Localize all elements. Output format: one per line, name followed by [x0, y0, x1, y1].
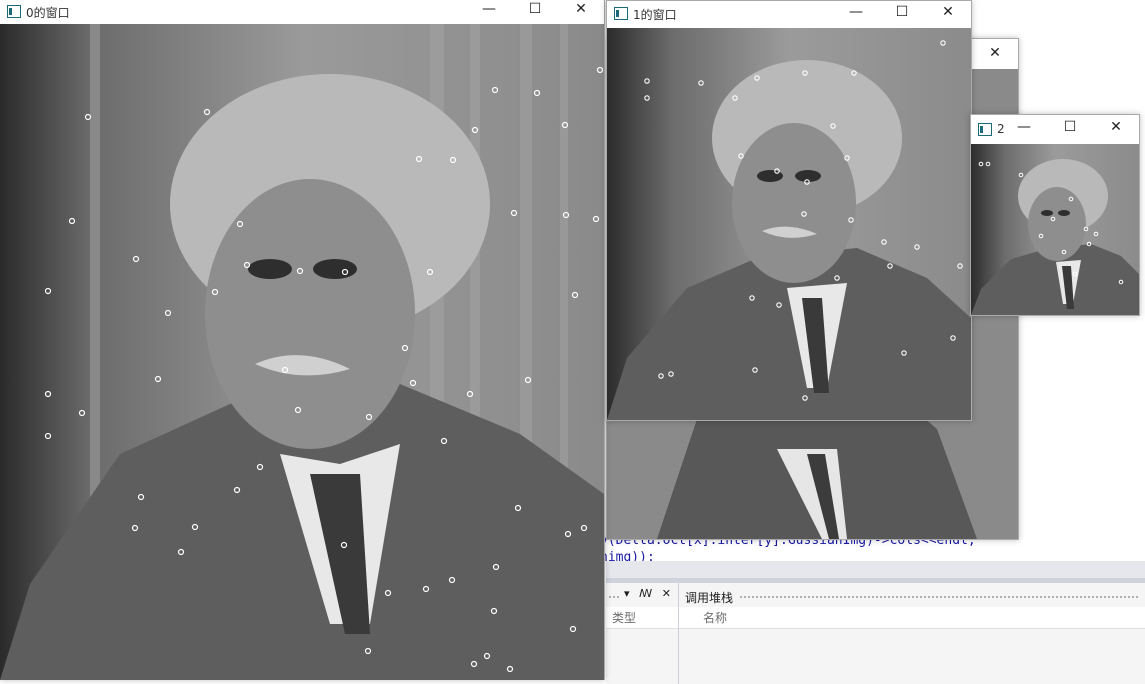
- window-title: 0的窗口: [26, 6, 70, 20]
- title-bar[interactable]: 0的窗口 — ☐ ✕: [0, 0, 604, 24]
- title-bar[interactable]: 1的窗口 — ☐ ✕: [607, 1, 971, 28]
- call-stack-title[interactable]: 调用堆栈: [685, 589, 733, 606]
- image-window-0[interactable]: 0的窗口 — ☐ ✕: [0, 0, 605, 680]
- panel-tools[interactable]: ▾ ꟿ ✕: [624, 587, 674, 600]
- call-stack-panel: 调用堆栈 名称: [679, 583, 1145, 684]
- image-canvas: [607, 28, 971, 420]
- einstein-keypoints-image-icon: [0, 24, 604, 680]
- ide-left-panel: ▾ ꟿ ✕ 类型: [606, 583, 679, 684]
- einstein-keypoints-image-icon: [971, 144, 1139, 315]
- drag-grip[interactable]: [608, 595, 620, 599]
- close-button[interactable]: ✕: [558, 1, 604, 17]
- app-icon: [978, 123, 992, 136]
- image-canvas: [971, 144, 1139, 315]
- minimize-button[interactable]: —: [833, 4, 879, 20]
- window-title: 1的窗口: [633, 8, 677, 22]
- column-header-type[interactable]: 类型: [606, 607, 678, 629]
- image-window-1[interactable]: 1的窗口 — ☐ ✕: [606, 0, 972, 421]
- minimize-button[interactable]: —: [466, 1, 512, 17]
- drag-grip[interactable]: [739, 595, 1139, 599]
- title-bar[interactable]: 2 — ☐ ✕: [971, 115, 1139, 144]
- maximize-button[interactable]: ☐: [512, 1, 558, 17]
- app-icon: [614, 7, 628, 20]
- ide-scroll-region[interactable]: [606, 561, 1145, 578]
- app-icon: [7, 5, 21, 18]
- image-canvas: [0, 24, 604, 680]
- close-button[interactable]: ✕: [972, 45, 1018, 61]
- close-button[interactable]: ✕: [925, 4, 971, 20]
- maximize-button[interactable]: ☐: [1047, 119, 1093, 135]
- minimize-button[interactable]: —: [1001, 119, 1047, 135]
- einstein-keypoints-image-icon: [607, 28, 971, 420]
- maximize-button[interactable]: ☐: [879, 4, 925, 20]
- close-button[interactable]: ✕: [1093, 119, 1139, 135]
- column-header-name[interactable]: 名称: [679, 607, 1145, 629]
- image-window-2[interactable]: 2 — ☐ ✕: [970, 114, 1140, 316]
